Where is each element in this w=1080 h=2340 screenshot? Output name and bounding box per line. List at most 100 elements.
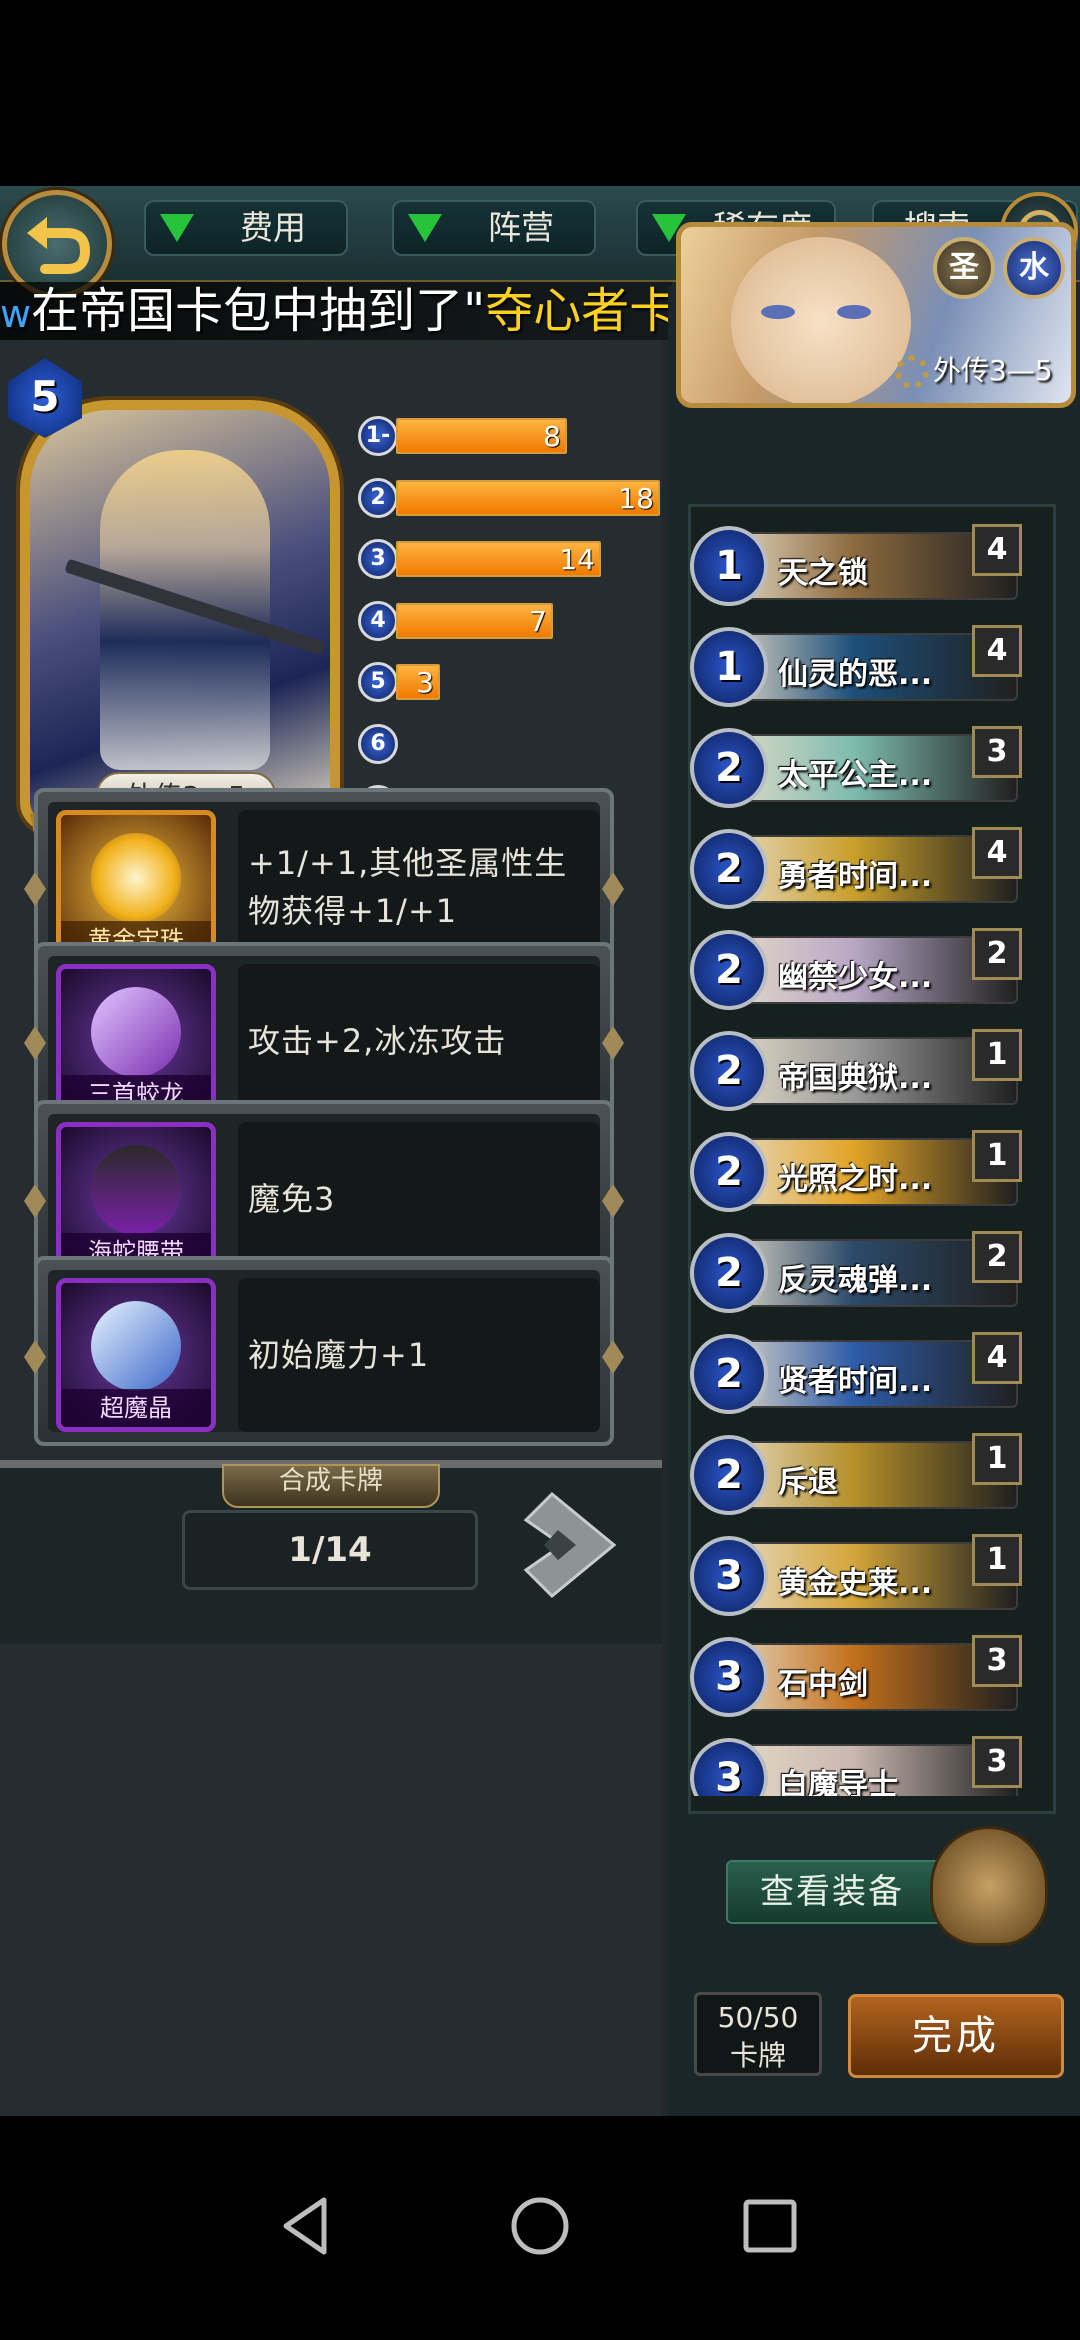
gear-icon (895, 355, 929, 389)
deck-card-name: 幽禁少女... (778, 960, 933, 995)
equipment-description-text: 魔免3 (248, 1180, 336, 1218)
deck-card-cost: 2 (690, 728, 768, 808)
deck-card-count: 3 (972, 1736, 1022, 1788)
back-icon[interactable] (272, 2190, 344, 2262)
deck-card-count: 1 (972, 1534, 1022, 1586)
deck-card-name: 黄金史莱... (778, 1566, 933, 1601)
deck-card-name: 石中剑 (778, 1667, 868, 1702)
deck-card-name: 斥退 (778, 1465, 838, 1500)
deck-card-count: 2 (972, 1231, 1022, 1283)
curve-cost: 6 (358, 723, 398, 764)
deck-card-cost: 3 (690, 1536, 768, 1616)
deck-card-item[interactable]: 2 斥退 1 (690, 1433, 1030, 1515)
curve-bar: 7 (396, 602, 553, 639)
curve-bar: 3 (396, 664, 440, 700)
equipment-name: 超魔晶 (61, 1389, 211, 1427)
deck-card-name: 勇者时间... (778, 859, 933, 894)
slot-tip-icon (602, 1340, 624, 1374)
filter-cost-button[interactable]: 费用 (144, 200, 348, 256)
equipment-description-text: +1/+1,其他圣属性生物获得+1/+1 (248, 844, 568, 930)
curve-bar: 14 (396, 541, 601, 577)
deck-card-name: 天之锁 (778, 556, 868, 591)
deck-card-count: 1 (972, 1029, 1022, 1081)
slot-tip-icon (24, 872, 46, 906)
deck-card-item[interactable]: 1 仙灵的恶... 4 (690, 625, 1030, 707)
deck-card-item[interactable]: 2 光照之时... 1 (690, 1130, 1030, 1212)
deck-card-cost: 2 (690, 829, 768, 909)
faction-water-badge: 水 (1003, 237, 1065, 299)
card-count-value: 50/50 (717, 2001, 799, 2034)
deck-card-cost: 2 (690, 1132, 768, 1212)
broadcast-text-before: 在帝国卡包中抽到了" (31, 283, 486, 339)
slot-tip-icon (24, 1184, 46, 1218)
helmet-icon[interactable] (930, 1826, 1048, 1946)
deck-card-name: 仙灵的恶... (778, 657, 933, 692)
deck-card-item[interactable]: 2 幽禁少女... 2 (690, 928, 1030, 1010)
equipment-slot[interactable]: 超魔晶 初始魔力+1 (24, 1256, 624, 1446)
deck-card-item[interactable]: 2 帝国典狱... 1 (690, 1029, 1030, 1111)
slot-tip-icon (24, 1026, 46, 1060)
deck-card-cost: 3 (690, 1637, 768, 1717)
screen: 费用 阵营 稀有度 搜索 5 外传3—5 5 3 (0, 0, 1080, 2340)
deck-card-cost: 2 (690, 1435, 768, 1515)
deck-card-count: 4 (972, 524, 1022, 576)
done-button[interactable]: 完成 (848, 1994, 1064, 2078)
broadcast-highlight: 夺心者卡米拉 (485, 283, 672, 339)
deck-card-cost: 1 (690, 627, 768, 707)
equipment-icon: 三首蛟龙 (56, 964, 216, 1118)
equipment-description-text: 攻击+2,冰冻攻击 (248, 1022, 507, 1060)
curve-count: 8 (543, 420, 561, 453)
deck-card-name: 帝国典狱... (778, 1061, 933, 1096)
home-icon[interactable] (504, 2190, 576, 2262)
equipment-description: 魔免3 (238, 1122, 600, 1276)
deck-card-item[interactable]: 3 石中剑 3 (690, 1635, 1030, 1717)
recents-icon[interactable] (734, 2190, 806, 2262)
equipment-icon: 海蛇腰带 (56, 1122, 216, 1276)
curve-count: 14 (559, 543, 595, 576)
equipment-description: +1/+1,其他圣属性生物获得+1/+1 (238, 810, 600, 964)
deck-card-cost: 2 (690, 1031, 768, 1111)
curve-cost: 4 (358, 600, 398, 641)
curve-cost: 3 (358, 539, 398, 579)
equipment-icon: 黄金宝珠 (56, 810, 216, 964)
selected-card-art[interactable] (20, 400, 340, 832)
deck-card-cost: 2 (690, 1334, 768, 1414)
filter-faction-label: 阵营 (488, 208, 554, 247)
equipment-image (91, 833, 181, 923)
deck-card-count: 1 (972, 1130, 1022, 1182)
curve-count: 3 (416, 666, 434, 699)
hero-portrait[interactable]: 圣 水 外传3—5 (676, 222, 1076, 408)
equipment-image (91, 1145, 181, 1235)
curve-count: 7 (529, 604, 547, 638)
dropdown-triangle-icon (160, 214, 194, 242)
filter-cost-label: 费用 (240, 208, 306, 247)
equipment-image (91, 1301, 181, 1391)
deck-card-item[interactable]: 2 贤者时间... 4 (690, 1332, 1030, 1414)
curve-count: 18 (618, 481, 654, 515)
deck-card-item[interactable]: 3 白魔导士 3 (690, 1736, 1030, 1796)
curve-bar: 18 (396, 479, 660, 516)
back-arrow-icon (27, 217, 91, 274)
deck-card-count: 3 (972, 1635, 1022, 1687)
deck-card-item[interactable]: 1 天之锁 4 (690, 524, 1030, 606)
synth-card-tab[interactable]: 合成卡牌 (222, 1464, 440, 1508)
deck-card-item[interactable]: 2 反灵魂弹... 2 (690, 1231, 1030, 1313)
deck-card-item[interactable]: 2 勇者时间... 4 (690, 827, 1030, 909)
filter-faction-button[interactable]: 阵营 (392, 200, 596, 256)
equipment-icon: 超魔晶 (56, 1278, 216, 1432)
deck-card-count: 3 (972, 726, 1022, 778)
curve-cost: 1- (358, 416, 398, 456)
equipment-description: 攻击+2,冰冻攻击 (238, 964, 600, 1118)
equipment-image (91, 987, 181, 1077)
deck-card-count: 4 (972, 827, 1022, 879)
broadcast-message: w在帝国卡包中抽到了"夺心者卡米拉"! (0, 282, 672, 340)
next-page-arrow-icon[interactable] (522, 1490, 618, 1600)
system-nav-bar (0, 2116, 1080, 2340)
deck-card-item[interactable]: 2 太平公主... 3 (690, 726, 1030, 808)
dropdown-triangle-icon (408, 214, 442, 242)
deck-card-count: 4 (972, 1332, 1022, 1384)
deck-card-item[interactable]: 3 黄金史莱... 1 (690, 1534, 1030, 1616)
left-panel: 5 外传3—5 5 3 1-8218314475367+ 黄金宝珠+1/+1,其… (0, 340, 662, 2116)
deck-builder: 费用 阵营 稀有度 搜索 5 外传3—5 5 3 (0, 186, 1080, 2116)
deck-card-count: 1 (972, 1433, 1022, 1485)
